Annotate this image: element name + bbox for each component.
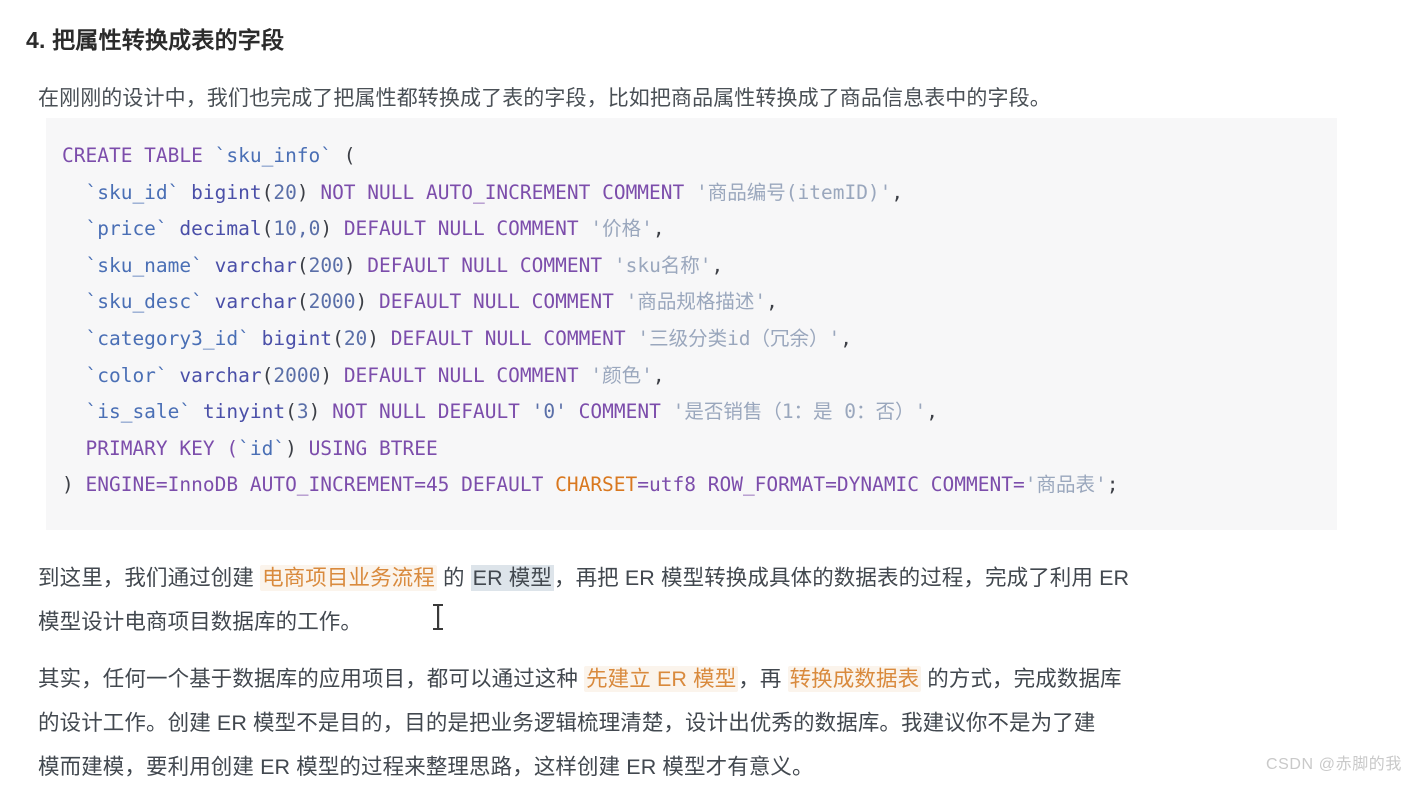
paragraph-one-line-1: 到这里，我们通过创建 电商项目业务流程 的 ER 模型，再把 ER 模型转换成具…: [38, 565, 1130, 591]
code-line: `sku_id` bigint(20) NOT NULL AUTO_INCREM…: [85, 180, 904, 204]
code-line: `category3_id` bigint(20) DEFAULT NULL C…: [85, 326, 853, 350]
paragraph-one: 到这里，我们通过创建 电商项目业务流程 的 ER 模型，再把 ER 模型转换成具…: [38, 556, 1338, 644]
intro-paragraph: 在刚刚的设计中，我们也完成了把属性都转换成了表的字段，比如把商品属性转换成了商品…: [38, 87, 1051, 110]
paragraph-one-line-2: 模型设计电商项目数据库的工作。: [38, 610, 363, 634]
code-line: `color` varchar(2000) DEFAULT NULL COMME…: [85, 363, 665, 387]
code-line: `sku_desc` varchar(2000) DEFAULT NULL CO…: [85, 290, 778, 314]
sql-code-content: CREATE TABLE `sku_info` ( `sku_id` bigin…: [62, 138, 1337, 504]
page-heading: 4. 把属性转换成表的字段: [26, 27, 285, 54]
code-line: `sku_name` varchar(200) DEFAULT NULL COM…: [85, 253, 724, 277]
code-line: PRIMARY KEY (`id`) USING BTREE: [85, 436, 438, 460]
sql-code-block[interactable]: CREATE TABLE `sku_info` ( `sku_id` bigin…: [46, 118, 1337, 530]
csdn-watermark: CSDN @赤脚的我: [1265, 756, 1402, 773]
code-line: CREATE TABLE `sku_info` (: [62, 144, 356, 167]
paragraph-two: 其实，任何一个基于数据库的应用项目，都可以通过这种 先建立 ER 模型，再 转换…: [38, 657, 1358, 789]
paragraph-two-line-2: 的设计工作。创建 ER 模型不是目的，目的是把业务逻辑梳理清楚，设计出优秀的数据…: [38, 711, 1096, 735]
code-line: `is_sale` tinyint(3) NOT NULL DEFAULT '0…: [85, 400, 939, 424]
article-page: 4. 把属性转换成表的字段 在刚刚的设计中，我们也完成了把属性都转换成了表的字段…: [0, 0, 1418, 785]
paragraph-two-line-3: 模而建模，要利用创建 ER 模型的过程来整理思路，这样创建 ER 模型才有意义。: [38, 755, 814, 779]
text-cursor-icon: [433, 604, 443, 630]
code-line: ) ENGINE=InnoDB AUTO_INCREMENT=45 DEFAUL…: [62, 473, 1119, 497]
code-line: `price` decimal(10,0) DEFAULT NULL COMME…: [85, 217, 665, 241]
paragraph-two-line-1: 其实，任何一个基于数据库的应用项目，都可以通过这种 先建立 ER 模型，再 转换…: [38, 666, 1122, 692]
